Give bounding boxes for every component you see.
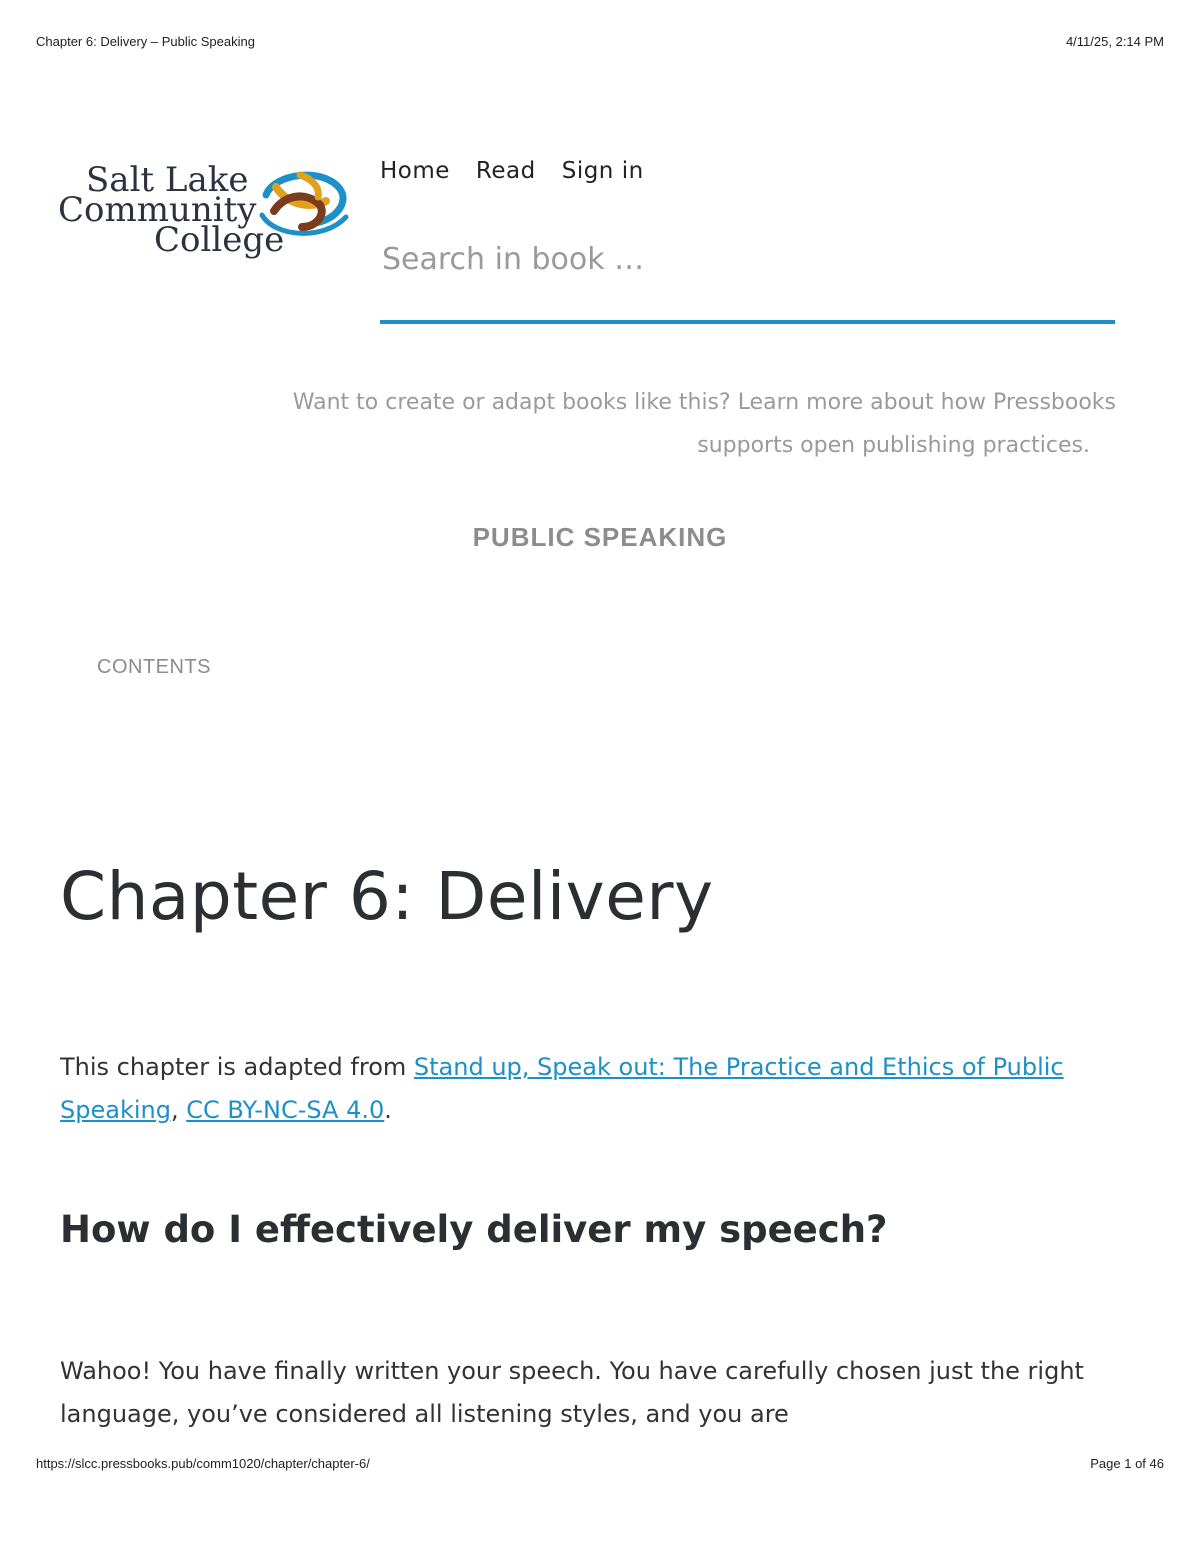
print-footer: https://slcc.pressbooks.pub/comm1020/cha…	[36, 1456, 1164, 1471]
logo-wordmark: Salt Lake Community College	[58, 163, 284, 257]
print-timestamp: 4/11/25, 2:14 PM	[1065, 34, 1164, 49]
body-paragraph: Wahoo! You have finally written your spe…	[60, 1357, 1084, 1428]
print-title: Chapter 6: Delivery – Public Speaking	[36, 34, 255, 49]
print-page-number: Page 1 of 46	[1090, 1456, 1164, 1471]
promo-line-2: supports open publishing practices.	[697, 433, 1090, 458]
attribution-paragraph: This chapter is adapted from Stand up, S…	[60, 1046, 1145, 1132]
print-header: Chapter 6: Delivery – Public Speaking 4/…	[36, 34, 1164, 49]
print-url: https://slcc.pressbooks.pub/comm1020/cha…	[36, 1456, 370, 1471]
top-nav: Home Read Sign in	[380, 158, 644, 184]
license-link[interactable]: CC BY-NC-SA 4.0	[186, 1096, 384, 1124]
attribution-separator: ,	[170, 1096, 187, 1124]
section-heading: How do I effectively deliver my speech?	[60, 1208, 888, 1251]
nav-read-link[interactable]: Read	[476, 158, 536, 184]
contents-toggle[interactable]: CONTENTS	[97, 656, 211, 679]
nav-home-link[interactable]: Home	[380, 158, 450, 184]
search-bar	[380, 236, 1117, 324]
college-logo[interactable]: Salt Lake Community College	[58, 163, 358, 285]
search-input[interactable]	[380, 236, 1117, 277]
book-title[interactable]: PUBLIC SPEAKING	[0, 522, 1200, 553]
attribution-suffix: .	[384, 1096, 392, 1124]
chapter-title: Chapter 6: Delivery	[60, 858, 714, 935]
promo-line-1: Want to create or adapt books like this?…	[292, 390, 1116, 415]
logo-emblem-icon	[259, 171, 349, 236]
nav-sign-in-link[interactable]: Sign in	[562, 158, 644, 184]
pressbooks-promo[interactable]: Want to create or adapt books like this?…	[150, 381, 1116, 467]
attribution-prefix: This chapter is adapted from	[60, 1053, 414, 1081]
